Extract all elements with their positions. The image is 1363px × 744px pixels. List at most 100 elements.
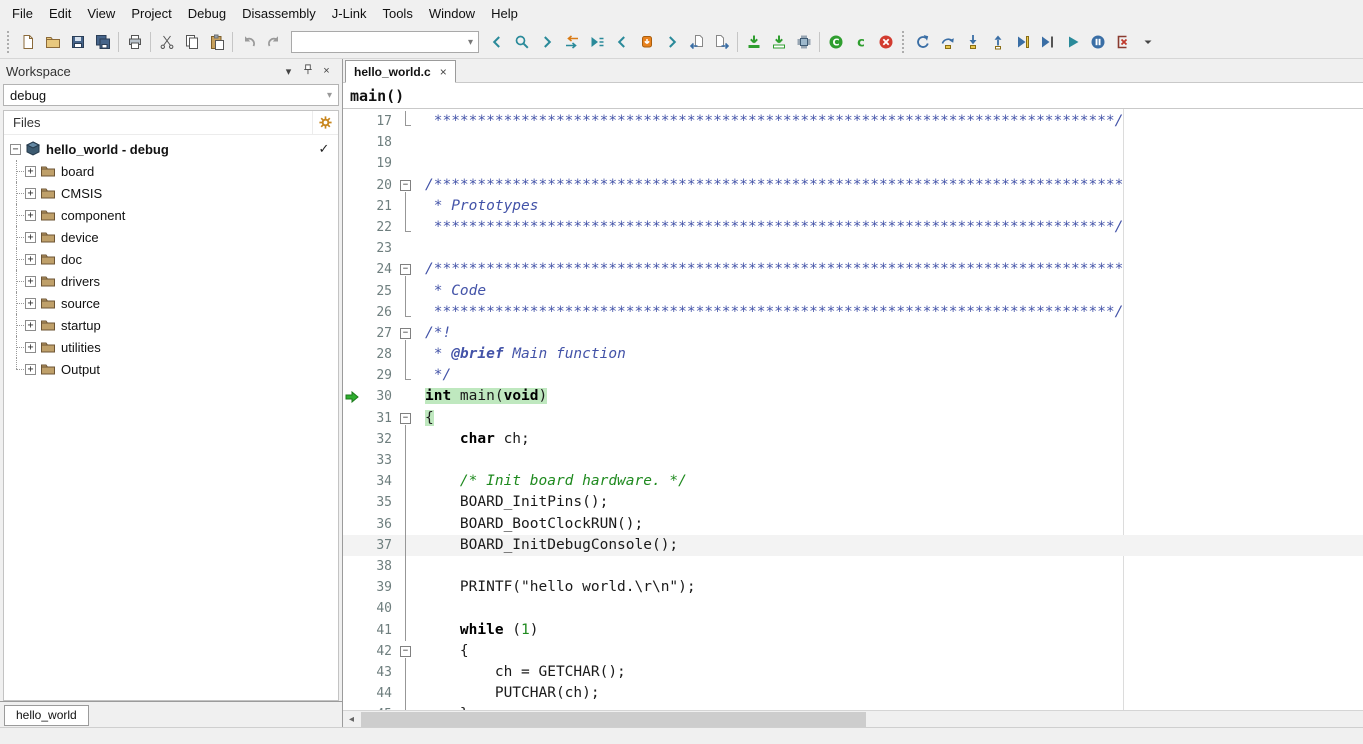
breakpoint-gutter[interactable] xyxy=(343,408,361,429)
tree-item-cmsis[interactable]: +CMSIS xyxy=(4,182,338,204)
code-line-18[interactable]: 18 xyxy=(343,132,1363,153)
undo-button[interactable] xyxy=(236,30,261,55)
open-document-button[interactable] xyxy=(40,30,65,55)
tree-item-startup[interactable]: +startup xyxy=(4,314,338,336)
expand-toggle-icon[interactable]: + xyxy=(25,166,36,177)
tree-item-doc[interactable]: +doc xyxy=(4,248,338,270)
menu-item-view[interactable]: View xyxy=(79,2,123,25)
code-line-28[interactable]: 28 * @brief Main function xyxy=(343,344,1363,365)
close-icon[interactable]: × xyxy=(317,65,336,77)
code-line-24[interactable]: 24−/************************************… xyxy=(343,259,1363,280)
go-button[interactable] xyxy=(1060,30,1085,55)
copy-button[interactable] xyxy=(179,30,204,55)
scroll-left-button[interactable]: ◂ xyxy=(343,711,360,727)
breakpoint-gutter[interactable] xyxy=(343,323,361,344)
code-line-27[interactable]: 27−/*! xyxy=(343,323,1363,344)
code-line-43[interactable]: 43 ch = GETCHAR(); xyxy=(343,662,1363,683)
toolbar-grip[interactable] xyxy=(902,31,906,53)
quick-search-combo[interactable]: ▾ xyxy=(291,31,479,53)
code-line-44[interactable]: 44 PUTCHAR(ch); xyxy=(343,683,1363,704)
code-line-32[interactable]: 32 char ch; xyxy=(343,429,1363,450)
download-and-debug-button[interactable] xyxy=(741,30,766,55)
expand-toggle-icon[interactable]: + xyxy=(25,342,36,353)
step-out-button[interactable] xyxy=(985,30,1010,55)
breakpoint-gutter[interactable] xyxy=(343,259,361,280)
code-line-26[interactable]: 26 *************************************… xyxy=(343,302,1363,323)
c-stat-analyze-button[interactable]: C xyxy=(823,30,848,55)
code-line-21[interactable]: 21 * Prototypes xyxy=(343,196,1363,217)
code-line-41[interactable]: 41 while (1) xyxy=(343,620,1363,641)
breakpoint-gutter[interactable] xyxy=(343,598,361,619)
expand-toggle-icon[interactable]: + xyxy=(25,254,36,265)
debug-without-downloading-button[interactable] xyxy=(766,30,791,55)
step-into-button[interactable] xyxy=(960,30,985,55)
paste-button[interactable] xyxy=(204,30,229,55)
code-line-35[interactable]: 35 BOARD_InitPins(); xyxy=(343,492,1363,513)
save-button[interactable] xyxy=(65,30,90,55)
menu-item-tools[interactable]: Tools xyxy=(374,2,420,25)
scrollbar-thumb[interactable] xyxy=(361,712,866,727)
function-selector[interactable]: main() xyxy=(343,83,1363,109)
chevron-down-icon[interactable]: ▾ xyxy=(279,65,298,78)
breakpoint-gutter[interactable] xyxy=(343,111,361,132)
code-line-29[interactable]: 29 */ xyxy=(343,365,1363,386)
breakpoint-gutter[interactable] xyxy=(343,132,361,153)
menu-item-edit[interactable]: Edit xyxy=(41,2,79,25)
menu-item-project[interactable]: Project xyxy=(123,2,179,25)
expand-toggle-icon[interactable]: + xyxy=(25,276,36,287)
breakpoint-gutter[interactable] xyxy=(343,450,361,471)
pin-icon[interactable] xyxy=(298,63,317,79)
expand-toggle-icon[interactable]: + xyxy=(25,210,36,221)
breakpoint-gutter[interactable] xyxy=(343,471,361,492)
code-line-31[interactable]: 31−{ xyxy=(343,408,1363,429)
code-line-22[interactable]: 22 *************************************… xyxy=(343,217,1363,238)
workspace-tab-hello-world[interactable]: hello_world xyxy=(4,705,89,726)
c-stat-clear-button[interactable]: c xyxy=(848,30,873,55)
menu-item-file[interactable]: File xyxy=(4,2,41,25)
next-bookmark-button[interactable] xyxy=(659,30,684,55)
code-line-25[interactable]: 25 * Code xyxy=(343,281,1363,302)
dropdown-caret-icon[interactable]: ▾ xyxy=(463,37,478,48)
stop-debugging-button[interactable] xyxy=(1110,30,1135,55)
run-to-cursor-button[interactable] xyxy=(1035,30,1060,55)
menu-item-debug[interactable]: Debug xyxy=(180,2,234,25)
step-over-button[interactable] xyxy=(935,30,960,55)
code-line-17[interactable]: 17 *************************************… xyxy=(343,111,1363,132)
find-next-button[interactable] xyxy=(534,30,559,55)
expand-toggle-icon[interactable]: + xyxy=(25,232,36,243)
code-line-38[interactable]: 38 xyxy=(343,556,1363,577)
breakpoint-gutter[interactable] xyxy=(343,281,361,302)
quick-search-button[interactable] xyxy=(509,30,534,55)
toolbar-options-button[interactable] xyxy=(1135,30,1160,55)
redo-button[interactable] xyxy=(261,30,286,55)
save-all-button[interactable] xyxy=(90,30,115,55)
tree-item-hello-world-debug[interactable]: −hello_world - debug✓ xyxy=(4,138,338,160)
breakpoint-gutter[interactable] xyxy=(343,153,361,174)
code-line-23[interactable]: 23 xyxy=(343,238,1363,259)
breakpoint-gutter[interactable] xyxy=(343,620,361,641)
tree-item-component[interactable]: +component xyxy=(4,204,338,226)
find-previous-button[interactable] xyxy=(484,30,509,55)
breakpoint-gutter[interactable] xyxy=(343,365,361,386)
stop-build-button[interactable] xyxy=(873,30,898,55)
expand-toggle-icon[interactable]: + xyxy=(25,320,36,331)
breakpoint-gutter[interactable] xyxy=(343,535,361,556)
tree-item-source[interactable]: +source xyxy=(4,292,338,314)
tree-item-utilities[interactable]: +utilities xyxy=(4,336,338,358)
code-line-34[interactable]: 34 /* Init board hardware. */ xyxy=(343,471,1363,492)
code-editor[interactable]: 17 *************************************… xyxy=(343,109,1363,710)
code-line-19[interactable]: 19 xyxy=(343,153,1363,174)
breakpoint-gutter[interactable] xyxy=(343,514,361,535)
replace-button[interactable] xyxy=(559,30,584,55)
print-button[interactable] xyxy=(122,30,147,55)
breakpoint-gutter[interactable] xyxy=(343,429,361,450)
horizontal-scrollbar[interactable]: ◂ xyxy=(343,710,1363,727)
menu-item-j-link[interactable]: J-Link xyxy=(324,2,375,25)
cut-button[interactable] xyxy=(154,30,179,55)
menu-item-help[interactable]: Help xyxy=(483,2,526,25)
breakpoint-gutter[interactable] xyxy=(343,175,361,196)
tree-item-output[interactable]: +Output xyxy=(4,358,338,380)
navigate-backward-button[interactable] xyxy=(684,30,709,55)
code-line-36[interactable]: 36 BOARD_BootClockRUN(); xyxy=(343,514,1363,535)
close-tab-icon[interactable]: × xyxy=(440,65,447,79)
